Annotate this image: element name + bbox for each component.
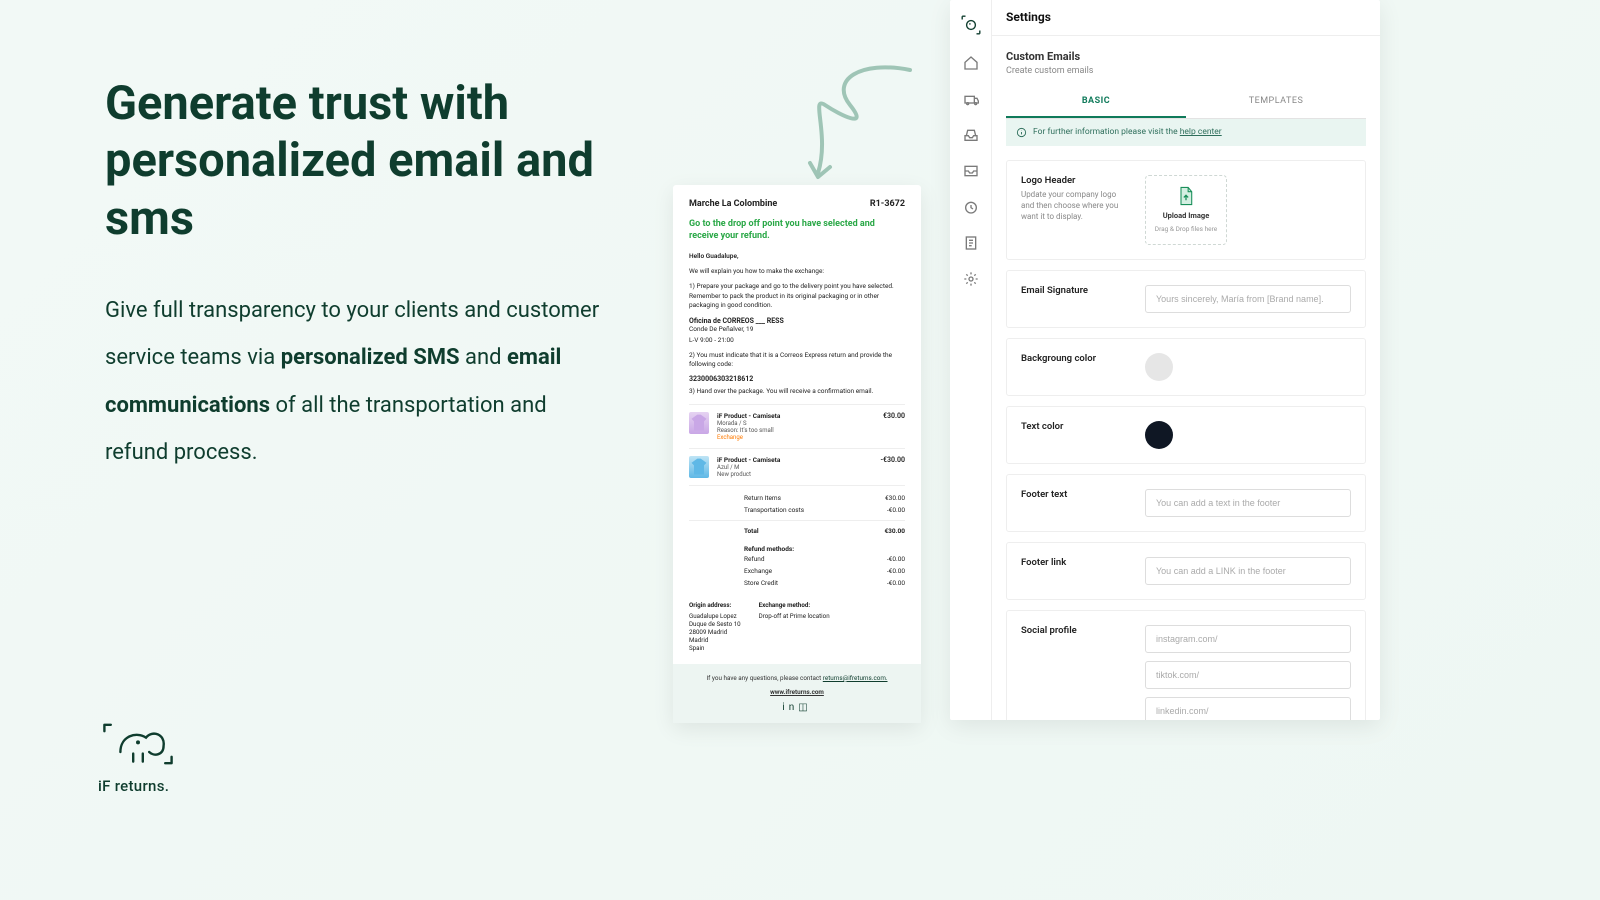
email-headline: Go to the drop off point you have select… bbox=[689, 219, 905, 242]
contact-link[interactable]: returns@ifreturns.com. bbox=[823, 674, 888, 682]
email-hello: Hello Guadalupe, bbox=[689, 252, 905, 262]
marketing-copy: Generate trust with personalized email a… bbox=[105, 75, 605, 476]
product-row: iF Product - Camiseta Morada / S Reason:… bbox=[689, 404, 905, 441]
tray-icon[interactable] bbox=[962, 162, 980, 180]
site-link[interactable]: www.ifreturns.com bbox=[687, 688, 907, 696]
order-ref: R1-3672 bbox=[870, 199, 905, 209]
tabs: BASIC TEMPLATES bbox=[1006, 86, 1366, 119]
totals: Return Items€30.00 Transportation costs-… bbox=[689, 485, 905, 589]
field-text-color: Text color bbox=[1006, 406, 1366, 464]
arrow-decoration bbox=[770, 55, 930, 205]
bg-color-swatch[interactable] bbox=[1145, 353, 1173, 381]
email-step2: 2) You must indicate that it is a Correo… bbox=[689, 351, 905, 371]
email-footer: If you have any questions, please contac… bbox=[673, 664, 921, 723]
settings-app: Settings Custom Emails Create custom ema… bbox=[950, 0, 1380, 720]
tiktok-input[interactable] bbox=[1145, 661, 1351, 689]
text-color-swatch[interactable] bbox=[1145, 421, 1173, 449]
dropoff-addr: Conde De Peñalver, 19 bbox=[689, 325, 905, 335]
tab-basic[interactable]: BASIC bbox=[1006, 86, 1186, 118]
marketing-title: Generate trust with personalized email a… bbox=[105, 75, 605, 247]
address-row: Origin address: Guadalupe Lopez Duque de… bbox=[689, 601, 905, 652]
field-email-signature: Email Signature bbox=[1006, 270, 1366, 328]
product-row: iF Product - Camiseta Azul / M New produ… bbox=[689, 448, 905, 478]
section-title: Custom Emails bbox=[1006, 50, 1366, 63]
settings-icon[interactable] bbox=[962, 270, 980, 288]
product-image bbox=[689, 412, 709, 434]
email-step1: 1) Prepare your package and go to the de… bbox=[689, 282, 905, 311]
marketing-body: Give full transparency to your clients a… bbox=[105, 287, 605, 476]
upload-icon bbox=[1177, 186, 1195, 206]
brand-logo: iF returns. bbox=[98, 719, 178, 795]
email-step3: 3) Hand over the package. You will recei… bbox=[689, 387, 905, 397]
dropoff-hours: L-V 9:00 - 21:00 bbox=[689, 336, 905, 346]
section-subtitle: Create custom emails bbox=[1006, 66, 1366, 76]
reports-icon[interactable] bbox=[962, 234, 980, 252]
field-logo-header: Logo Header Update your company logo and… bbox=[1006, 160, 1366, 260]
field-footer-text: Footer text bbox=[1006, 474, 1366, 532]
return-code: 3230006303218612 bbox=[689, 375, 905, 383]
app-logo-icon bbox=[960, 14, 982, 36]
field-background-color: Backgroung color bbox=[1006, 338, 1366, 396]
home-icon[interactable] bbox=[962, 54, 980, 72]
field-footer-link: Footer link bbox=[1006, 542, 1366, 600]
field-social-profile: Social profile bbox=[1006, 610, 1366, 720]
chameleon-icon bbox=[98, 719, 178, 769]
product-image bbox=[689, 456, 709, 478]
footer-link-input[interactable] bbox=[1145, 557, 1351, 585]
brand-name: iF returns. bbox=[98, 777, 178, 795]
linkedin-icon[interactable]: in bbox=[782, 702, 798, 713]
email-preview: Marche La Colombine R1-3672 Go to the dr… bbox=[673, 185, 921, 723]
footer-text-input[interactable] bbox=[1145, 489, 1351, 517]
orders-icon[interactable] bbox=[962, 90, 980, 108]
inbox-icon[interactable] bbox=[962, 126, 980, 144]
email-intro: We will explain you how to make the exch… bbox=[689, 267, 905, 277]
page-title: Settings bbox=[992, 0, 1380, 36]
timer-icon[interactable] bbox=[962, 198, 980, 216]
info-strip: For further information please visit the… bbox=[1006, 119, 1366, 146]
instagram-input[interactable] bbox=[1145, 625, 1351, 653]
upload-dropzone[interactable]: Upload Image Drag & Drop files here bbox=[1145, 175, 1227, 245]
dropoff-title: Oficina de CORREOS ___ RESS bbox=[689, 317, 905, 325]
linkedin-input[interactable] bbox=[1145, 697, 1351, 720]
instagram-icon[interactable]: ◫ bbox=[798, 702, 811, 713]
tab-templates[interactable]: TEMPLATES bbox=[1186, 86, 1366, 118]
help-center-link[interactable]: help center bbox=[1180, 127, 1222, 137]
merchant-name: Marche La Colombine bbox=[689, 199, 777, 209]
info-icon bbox=[1016, 127, 1027, 138]
sidebar bbox=[950, 0, 992, 720]
signature-input[interactable] bbox=[1145, 285, 1351, 313]
